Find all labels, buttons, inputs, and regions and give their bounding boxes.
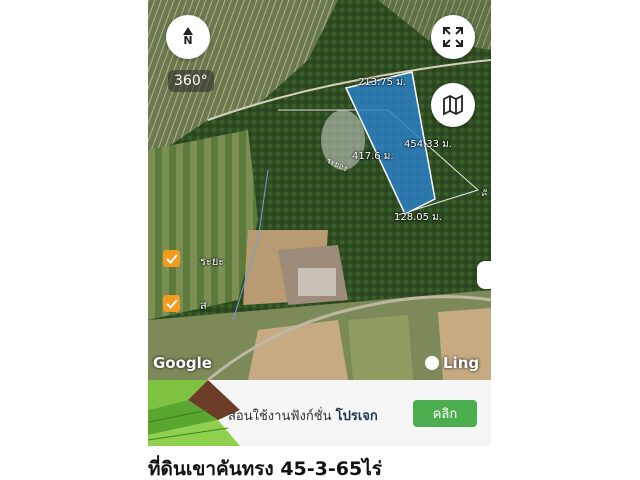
poi-checkbox-1[interactable]	[163, 250, 180, 267]
banner-text-bold: โปรเจก	[335, 409, 378, 424]
place-label-2: ส	[200, 299, 207, 312]
dimension-left: 417.6 ม.	[352, 151, 394, 162]
map-type-button[interactable]	[431, 83, 475, 127]
side-panel-tab[interactable]	[477, 261, 491, 289]
place-label-1: ระยะ	[200, 255, 225, 268]
satellite-imagery	[148, 0, 491, 380]
expand-icon	[443, 27, 463, 47]
banner-field-art	[148, 380, 240, 446]
fullscreen-button[interactable]	[431, 15, 475, 59]
field-illustration-icon	[148, 380, 240, 446]
dimension-top: 213.75 ม.	[358, 77, 406, 88]
ling-logo-icon	[425, 356, 439, 370]
ling-watermark: Ling	[425, 354, 479, 372]
ling-text: Ling	[443, 354, 480, 372]
banner-text-prefix: สอนใช้งานฟังก์ชั่น	[228, 409, 332, 424]
listing-title: ที่ดินเขาคันทรง 45-3-65ไร่	[148, 458, 382, 480]
satellite-map[interactable]: N 360° 213.75 ม. 454.33 ม. 417.6 ม. 128.…	[148, 0, 491, 380]
google-logo: Google	[153, 354, 212, 372]
check-icon	[165, 298, 178, 309]
check-icon	[165, 253, 178, 264]
view-360-badge[interactable]: 360°	[168, 70, 214, 92]
compass-button[interactable]: N	[166, 15, 210, 59]
click-button[interactable]: คลิก	[413, 400, 477, 427]
banner-text: สอนใช้งานฟังก์ชั่น โปรเจก	[228, 405, 378, 426]
dimension-right: 454.33 ม.	[404, 139, 452, 150]
poi-checkbox-2[interactable]	[163, 295, 180, 312]
dimension-bottom: 128.05 ม.	[394, 212, 442, 223]
compass-letter: N	[183, 34, 193, 47]
listing-frame: N 360° 213.75 ม. 454.33 ม. 417.6 ม. 128.…	[148, 0, 491, 480]
map-icon	[443, 94, 463, 116]
tutorial-banner[interactable]: สอนใช้งานฟังก์ชั่น โปรเจก คลิก	[148, 380, 491, 446]
